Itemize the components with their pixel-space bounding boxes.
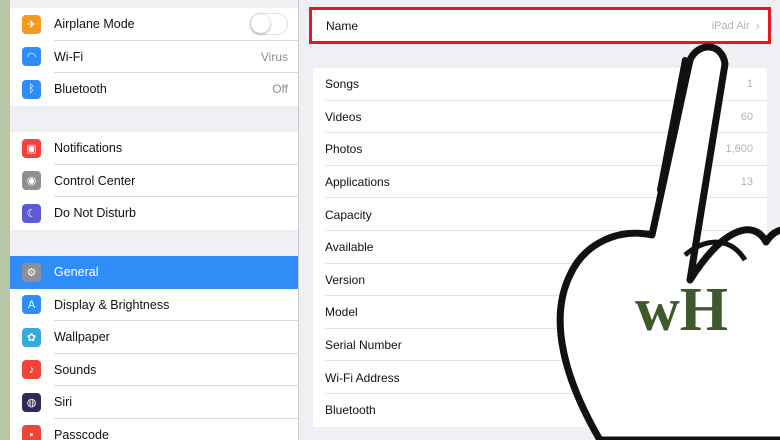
sidebar-item-label: General [54,265,99,280]
about-row-applications: Applications 13 [313,166,767,199]
about-row-value: 13 [740,176,753,189]
about-row-label: Version [325,272,366,287]
sidebar-item-airplane-mode[interactable]: ✈ Airplane Mode [10,8,298,41]
about-row-label: Wi-Fi Address [325,370,400,385]
about-row-label: Photos [325,142,363,157]
sidebar-item-label: Notifications [54,141,123,156]
about-row-label: Applications [325,175,390,190]
sidebar-item-label: Siri [54,395,73,410]
settings-sidebar: ✈ Airplane Mode ◠ Wi-Fi Virus ᛒ Bluetooth Off ▣… [10,0,299,440]
sidebar-group-general: ⚙ General A Display & Brightness ✿ Wallpaper ♪… [10,256,298,440]
about-row-songs: Songs 1 [313,68,767,101]
sidebar-item-label: Passcode [54,427,109,440]
about-row-label: Capacity [325,207,372,222]
sidebar-item-value: Virus [260,49,288,64]
about-row-photos: Photos 1,600 [313,133,767,166]
sidebar-group-notifications: ▣ Notifications ◉ Control Center ☾ Do Not Dis… [10,132,298,230]
about-row-bluetooth: Bluetooth 3C:AB:8E:59:CD:41 [313,394,767,427]
notifications-icon: ▣ [22,138,41,158]
about-row-label: Available [325,240,374,255]
name-value: iPad Air [711,19,750,32]
about-pane: Name iPad Air › Songs 1 Videos 60 Photos 1,60… [299,0,780,440]
sidebar-item-wi-fi[interactable]: ◠ Wi-Fi Virus [10,41,298,73]
name-row-highlighted[interactable]: Name iPad Air › [309,7,771,44]
sidebar-item-siri[interactable]: ◍ Siri [10,386,298,419]
sidebar-item-label: Wallpaper [54,330,110,345]
sidebar-item-label: Display & Brightness [54,297,170,312]
airplane-mode-toggle[interactable] [250,13,288,36]
sidebar-item-label: Wi-Fi [54,49,84,64]
about-row-value: 1,600 [725,143,753,156]
sidebar-item-label: Airplane Mode [54,17,135,32]
sidebar-item-control-center[interactable]: ◉ Control Center [10,165,298,197]
sidebar-item-label: Sounds [54,362,97,377]
about-row-value: 3C:AB:8E:59:CD:41 [655,404,753,417]
about-row-value: 60 [740,110,753,123]
bluetooth-icon: ᛒ [22,79,41,99]
sidebar-item-label: Do Not Disturb [54,206,136,221]
about-row-wi-fi-address: Wi-Fi Address [313,361,767,394]
toggle-knob [251,14,270,34]
wallpaper-icon: ✿ [22,327,41,347]
about-row-videos: Videos 60 [313,101,767,134]
about-row-capacity: Capacity [313,198,767,231]
sidebar-item-passcode[interactable]: ▪ Passcode [10,419,298,440]
settings-window: ✈ Airplane Mode ◠ Wi-Fi Virus ᛒ Bluetooth Off ▣… [10,0,780,440]
about-row-available: Available [313,231,767,264]
about-row-serial-number: Serial Number [313,329,767,362]
sidebar-item-do-not-disturb[interactable]: ☾ Do Not Disturb [10,197,298,230]
about-row-version: Version [313,264,767,297]
sidebar-item-notifications[interactable]: ▣ Notifications [10,132,298,165]
wifi-icon: ◠ [22,47,41,67]
sidebar-item-bluetooth[interactable]: ᛒ Bluetooth Off [10,73,298,106]
about-row-label: Model [325,305,358,320]
speaker-icon: ♪ [22,360,41,380]
sidebar-item-label: Control Center [54,173,136,188]
about-row-label: Bluetooth [325,403,376,418]
name-label: Name [326,18,359,33]
control-center-icon: ◉ [22,171,41,191]
sidebar-item-value: Off [272,82,288,97]
about-row-label: Videos [325,109,362,124]
gear-icon: ⚙ [22,262,41,282]
about-row-model: Model [313,296,767,329]
lock-icon: ▪ [22,425,41,440]
display-brightness-icon: A [22,295,41,315]
sidebar-item-wallpaper[interactable]: ✿ Wallpaper [10,321,298,354]
sidebar-group-connectivity: ✈ Airplane Mode ◠ Wi-Fi Virus ᛒ Bluetooth Off [10,8,298,106]
sidebar-item-label: Bluetooth [54,82,107,97]
about-row-label: Songs [325,77,360,92]
about-row-value: 1 [746,78,753,91]
sidebar-item-display-brightness[interactable]: A Display & Brightness [10,289,298,321]
chevron-right-icon: › [755,18,760,33]
airplane-icon: ✈ [22,14,41,34]
moon-icon: ☾ [22,203,41,223]
about-row-label: Serial Number [325,338,402,353]
sidebar-item-general[interactable]: ⚙ General [10,256,298,289]
sidebar-item-sounds[interactable]: ♪ Sounds [10,354,298,386]
about-info-list: Songs 1 Videos 60 Photos 1,600 Applications 13 C… [313,68,767,427]
siri-icon: ◍ [22,392,41,412]
